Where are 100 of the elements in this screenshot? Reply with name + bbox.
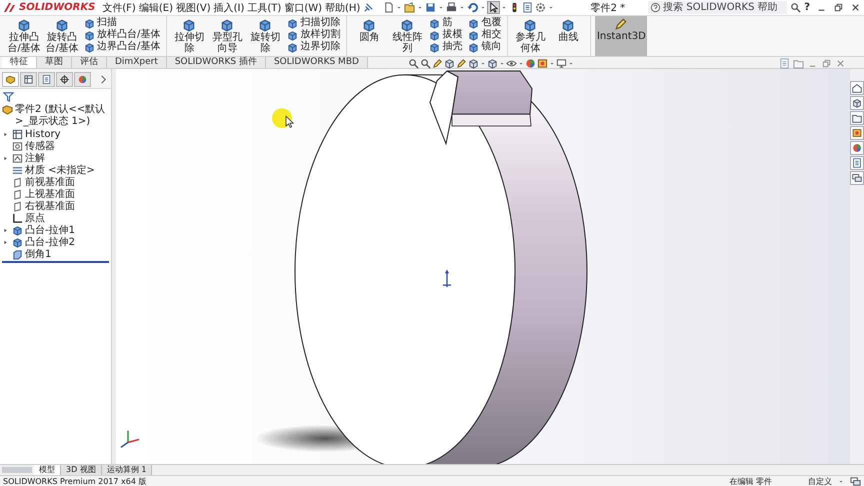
- cube-icon[interactable]: [444, 58, 455, 69]
- command-tab[interactable]: 评估: [72, 57, 107, 68]
- ribbon-button[interactable]: 扫描切除: [285, 17, 342, 29]
- units-dropdown[interactable]: 自定义: [808, 476, 832, 486]
- ribbon-button[interactable]: 线性阵列: [389, 17, 426, 55]
- list-icon[interactable]: [779, 58, 790, 69]
- status-text: 在编辑 零件: [729, 476, 772, 486]
- open-folder-icon[interactable]: [404, 2, 416, 13]
- tree-item[interactable]: 原点: [25, 211, 45, 225]
- tree-item[interactable]: 上视基准面: [25, 187, 75, 201]
- pointer-icon[interactable]: [488, 2, 500, 13]
- restore-icon[interactable]: [833, 2, 844, 13]
- menu-item[interactable]: 文件(F): [102, 0, 136, 14]
- ribbon-button[interactable]: 包覆: [466, 17, 504, 29]
- tree-item[interactable]: 零件2 (默认<<默认>_显示状态 1>): [15, 104, 109, 128]
- menu-item[interactable]: 插入(I): [214, 0, 244, 14]
- tree-item[interactable]: 凸台-拉伸2: [25, 235, 75, 249]
- ribbon-button[interactable]: 曲线: [550, 17, 586, 55]
- command-tab[interactable]: DimXpert: [107, 57, 167, 68]
- instant3d-toggle[interactable]: Instant3D: [595, 16, 648, 56]
- list-icon[interactable]: [522, 2, 534, 13]
- cube-icon[interactable]: [468, 58, 479, 69]
- triangle-right-icon[interactable]: [2, 226, 9, 234]
- chat-icon[interactable]: [850, 476, 861, 486]
- search-icon[interactable]: [790, 2, 802, 13]
- save-icon[interactable]: [425, 2, 436, 13]
- house-icon[interactable]: [850, 81, 864, 95]
- cube-icon[interactable]: [850, 96, 864, 110]
- search-icon[interactable]: [408, 58, 419, 69]
- ribbon-button[interactable]: 旋转切除: [247, 17, 284, 55]
- close-icon[interactable]: [850, 2, 861, 13]
- ribbon-button[interactable]: 放样凸台/基体: [82, 29, 162, 41]
- ribbon-button[interactable]: 筋: [427, 17, 464, 29]
- help-button[interactable]: ?: [804, 2, 810, 13]
- model-tab[interactable]: 运动算例 1: [102, 465, 152, 475]
- menu-item[interactable]: 帮助(H): [325, 0, 360, 14]
- block-icon: [12, 236, 23, 248]
- picture-frame-icon[interactable]: [850, 126, 864, 140]
- tree-item[interactable]: 材质 <未指定>: [25, 163, 95, 177]
- block-icon: [182, 18, 196, 32]
- block-icon: [468, 42, 480, 52]
- part-icon[interactable]: [2, 72, 19, 87]
- ribbon-button[interactable]: 拉伸凸台/基体: [6, 17, 42, 55]
- command-tab[interactable]: 草图: [37, 57, 72, 68]
- menu-item[interactable]: 视图(V): [176, 0, 211, 14]
- command-tab[interactable]: SOLIDWORKS MBD: [266, 57, 368, 68]
- command-tab[interactable]: SOLIDWORKS 插件: [166, 57, 266, 68]
- ribbon-button[interactable]: 放样切割: [285, 29, 342, 41]
- new-document-icon[interactable]: [383, 2, 394, 13]
- ribbon-button[interactable]: 异型孔向导: [209, 17, 246, 55]
- filter-icon[interactable]: [3, 91, 14, 102]
- eye-icon[interactable]: [506, 58, 517, 69]
- ribbon-button[interactable]: 拔模: [427, 29, 464, 41]
- triangle-right-icon[interactable]: [2, 130, 9, 138]
- chat-icon[interactable]: [850, 171, 864, 185]
- ribbon-button[interactable]: 边界切除: [285, 41, 342, 53]
- ribbon-button[interactable]: 抽壳: [427, 41, 464, 53]
- sphere-icon[interactable]: [850, 141, 864, 155]
- sphere-icon[interactable]: [525, 58, 536, 69]
- command-tab[interactable]: 特征: [2, 57, 37, 68]
- tree-item[interactable]: 倒角1: [25, 247, 52, 261]
- ribbon-button[interactable]: 相交: [466, 29, 504, 41]
- tree-item[interactable]: 前视基准面: [25, 175, 75, 189]
- tree-item[interactable]: 传感器: [25, 139, 55, 153]
- table-icon: [12, 128, 23, 140]
- tree-item[interactable]: 右视基准面: [25, 199, 75, 213]
- settings-icon[interactable]: [535, 2, 546, 13]
- ribbon-button[interactable]: 拉伸切除: [171, 17, 208, 55]
- ribbon-button[interactable]: 旋转凸台/基体: [44, 17, 80, 55]
- search-icon[interactable]: [420, 58, 431, 69]
- monitor-icon[interactable]: [556, 58, 567, 69]
- triangle-right-icon[interactable]: [2, 238, 9, 246]
- menu-item[interactable]: 窗口(W): [284, 0, 322, 14]
- ribbon-button[interactable]: 扫描: [82, 17, 162, 29]
- list-icon[interactable]: [850, 156, 864, 170]
- table-icon[interactable]: [20, 72, 37, 87]
- block-icon: [468, 18, 480, 28]
- crosshair-icon[interactable]: [56, 72, 73, 87]
- folder-icon[interactable]: [850, 111, 864, 125]
- undo-icon[interactable]: [467, 2, 478, 13]
- model-tab[interactable]: 模型: [34, 465, 61, 475]
- triangle-right-icon[interactable]: [2, 154, 9, 162]
- pin-icon[interactable]: [363, 2, 374, 13]
- picture-frame-icon[interactable]: [537, 58, 548, 69]
- cube-icon[interactable]: [487, 58, 498, 69]
- ribbon-button[interactable]: 边界凸台/基体: [82, 41, 162, 53]
- menu-item[interactable]: 工具(T): [247, 0, 282, 14]
- menu-item[interactable]: 编辑(E): [138, 0, 173, 14]
- tree-item[interactable]: History: [25, 128, 61, 140]
- ribbon-button[interactable]: 圆角: [351, 17, 388, 55]
- print-icon[interactable]: [446, 2, 458, 13]
- list-icon[interactable]: [38, 72, 55, 87]
- tree-item[interactable]: 凸台-拉伸1: [25, 223, 75, 237]
- model-tab[interactable]: 3D 视图: [61, 465, 102, 475]
- ribbon-button[interactable]: 参考几何体: [512, 17, 548, 55]
- tree-item[interactable]: 注解: [25, 151, 45, 165]
- ribbon-button[interactable]: 镜向: [466, 41, 504, 53]
- block-icon: [362, 18, 376, 32]
- block-icon: [287, 42, 298, 52]
- help-search-field[interactable]: 搜索 SOLIDWORKS 帮助: [648, 1, 788, 14]
